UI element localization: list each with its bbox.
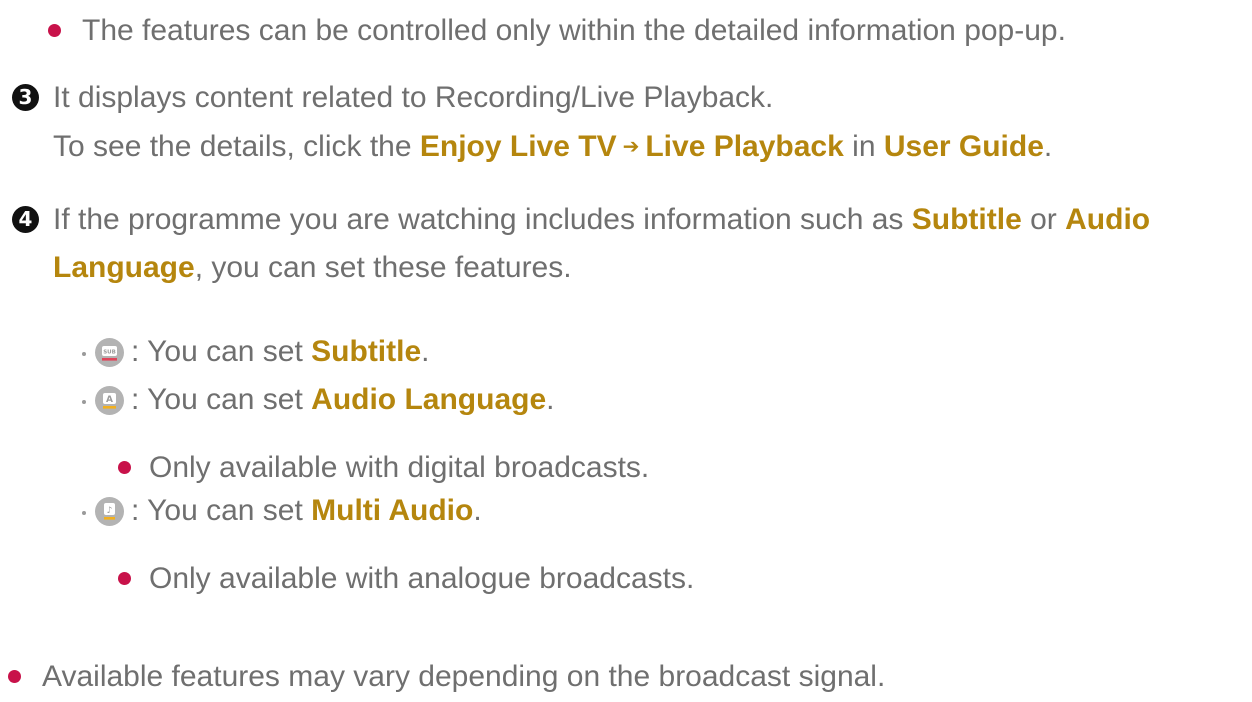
arrow-icon: ➔: [622, 134, 640, 158]
list-dot: [82, 400, 86, 404]
audio-language-icon: A: [95, 386, 124, 415]
subtitle-term: Subtitle: [911, 203, 1022, 236]
svg-text:♪: ♪: [107, 506, 113, 516]
language-term: Language: [53, 251, 195, 284]
item4-line1: If the programme you are watching includ…: [53, 203, 1151, 236]
step-3-badge: 3: [12, 84, 39, 111]
user-guide-link[interactable]: User Guide: [884, 130, 1044, 163]
svg-text:SUB: SUB: [103, 350, 116, 356]
multi-audio-icon: ♪: [95, 497, 124, 526]
note-bottom: Available features may vary depending on…: [42, 660, 886, 693]
bullet-dot: [118, 572, 131, 585]
note-top: The features can be controlled only with…: [82, 14, 1066, 47]
feature-audio-language: : You can set Audio Language.: [131, 383, 555, 416]
svg-text:A: A: [106, 395, 113, 405]
note-analogue: Only available with analogue broadcasts.: [149, 562, 695, 595]
feature-subtitle: : You can set Subtitle.: [131, 335, 430, 368]
live-playback-link[interactable]: Live Playback: [645, 130, 843, 163]
list-dot: [82, 511, 86, 515]
audio-language-setting-link: Audio Language: [311, 383, 547, 416]
step-4-badge: 4: [12, 206, 39, 233]
item3-line2: To see the details, click the Enjoy Live…: [53, 130, 1053, 163]
item4-line2: Language, you can set these features.: [53, 251, 572, 284]
bullet-dot: [8, 670, 21, 683]
list-dot: [82, 352, 86, 356]
bullet-dot: [48, 24, 61, 37]
note-digital: Only available with digital broadcasts.: [149, 451, 650, 484]
enjoy-live-tv-link[interactable]: Enjoy Live TV: [420, 130, 617, 163]
subtitle-setting-link: Subtitle: [311, 335, 422, 368]
subtitle-icon: SUB: [95, 338, 124, 367]
item3-line1: It displays content related to Recording…: [53, 81, 774, 114]
multi-audio-setting-link: Multi Audio: [311, 494, 474, 527]
audio-term: Audio: [1065, 203, 1151, 236]
feature-multi-audio: : You can set Multi Audio.: [131, 494, 482, 527]
bullet-dot: [118, 461, 131, 474]
